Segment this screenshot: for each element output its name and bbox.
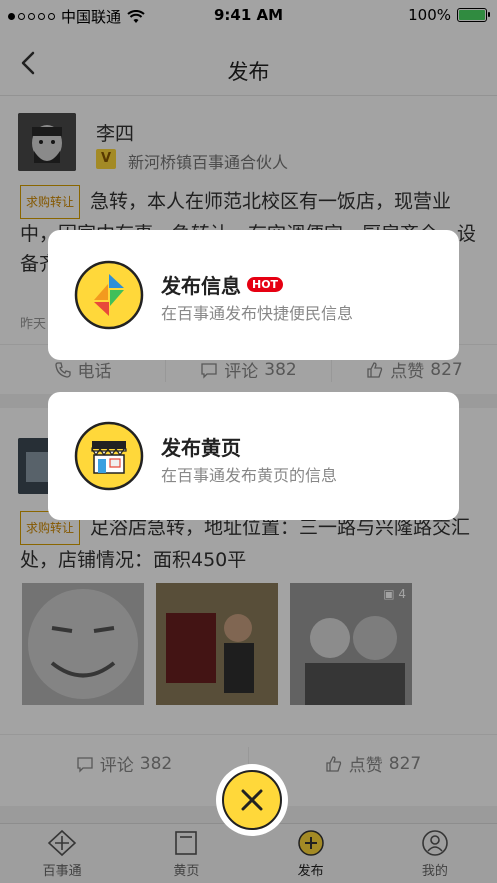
shop-icon — [74, 421, 144, 491]
publish-info-desc: 在百事通发布快捷便民信息 — [161, 304, 354, 323]
close-button[interactable] — [216, 764, 288, 836]
publish-yellow-pages-title: 发布黄页 — [161, 436, 241, 460]
publish-yellow-pages-option[interactable]: 发布黄页 在百事通发布黄页的信息 — [48, 392, 459, 520]
publish-info-option[interactable]: 发布信息 HOT 在百事通发布快捷便民信息 — [48, 230, 459, 360]
publish-yellow-pages-desc: 在百事通发布黄页的信息 — [161, 466, 338, 485]
hot-badge: HOT — [247, 277, 284, 292]
publish-info-icon — [74, 260, 144, 330]
close-icon — [241, 789, 263, 811]
publish-info-title: 发布信息 HOT — [161, 270, 284, 299]
